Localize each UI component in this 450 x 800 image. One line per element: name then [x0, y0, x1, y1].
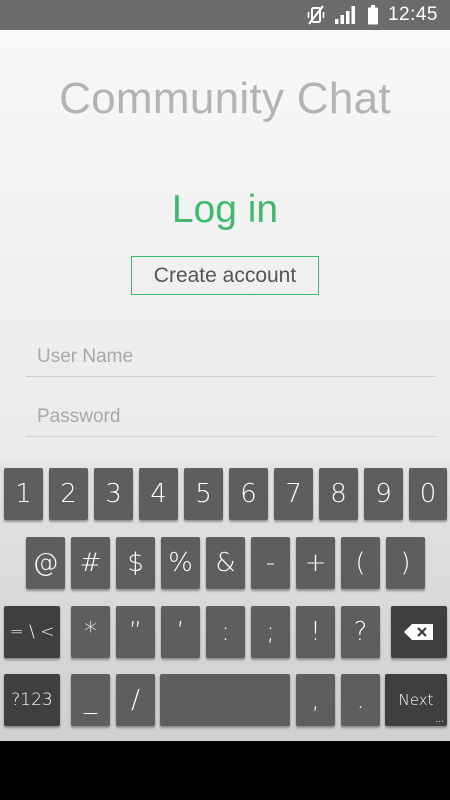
key-1[interactable]: 1 [4, 468, 43, 520]
app-title: Community Chat [59, 74, 391, 123]
key-label: & [215, 548, 236, 578]
key-colon[interactable]: : [206, 606, 245, 658]
create-account-button[interactable]: Create account [131, 256, 319, 295]
key-label: : [221, 617, 230, 647]
key-period[interactable]: . [341, 674, 380, 726]
key-label: ( [355, 548, 366, 578]
key-label: 0 [419, 479, 437, 509]
key-slash[interactable]: / [116, 674, 155, 726]
key-9[interactable]: 9 [364, 468, 403, 520]
key-label: / [131, 685, 140, 715]
key-minus[interactable]: - [251, 537, 290, 589]
key-label: 4 [150, 479, 167, 509]
key-label: = \ < [9, 622, 55, 642]
key-label: + [304, 548, 327, 578]
key-asterisk[interactable]: * [71, 606, 110, 658]
key-label: 1 [15, 479, 32, 509]
next-key[interactable]: Next ... [385, 674, 447, 726]
next-hint: ... [435, 715, 444, 725]
key-label: $ [127, 548, 144, 578]
key-label: , [311, 685, 320, 715]
key-label: 3 [105, 479, 122, 509]
symbols-toggle-key[interactable]: = \ < [4, 606, 60, 658]
key-underscore[interactable]: _ [71, 674, 110, 726]
key-comma[interactable]: , [296, 674, 335, 726]
key-label: 8 [330, 479, 347, 509]
space-key[interactable] [160, 674, 290, 726]
vibrate-mute-icon [307, 5, 325, 25]
key-label: 7 [285, 479, 302, 509]
key-at[interactable]: @ [26, 537, 65, 589]
key-label: . [356, 685, 365, 715]
key-7[interactable]: 7 [274, 468, 313, 520]
status-bar: 12:45 [0, 0, 450, 30]
key-label: ” [128, 617, 143, 647]
key-dollar[interactable]: $ [116, 537, 155, 589]
key-plus[interactable]: + [296, 537, 335, 589]
key-percent[interactable]: % [161, 537, 200, 589]
key-5[interactable]: 5 [184, 468, 223, 520]
username-input[interactable] [37, 346, 436, 368]
numeric-mode-toggle-key[interactable]: ?123 [4, 674, 60, 726]
key-ampersand[interactable]: & [206, 537, 245, 589]
key-label: 9 [375, 479, 392, 509]
status-time: 12:45 [387, 4, 438, 25]
signal-icon [334, 6, 355, 24]
key-label: * [84, 617, 97, 647]
login-screen: Community Chat Log in Create account [0, 30, 450, 461]
key-8[interactable]: 8 [319, 468, 358, 520]
backspace-icon [404, 624, 433, 640]
key-exclamation[interactable]: ! [296, 606, 335, 658]
key-question[interactable]: ? [341, 606, 380, 658]
key-label: % [168, 548, 193, 578]
key-label: ! [310, 617, 321, 647]
key-single-quote[interactable]: ’ [161, 606, 200, 658]
login-heading: Log in [171, 188, 279, 231]
soft-keyboard: 1 2 3 4 5 6 7 8 9 0 @ # $ % & - + ( ) = … [0, 461, 450, 741]
key-4[interactable]: 4 [139, 468, 178, 520]
key-close-paren[interactable]: ) [386, 537, 425, 589]
key-label: _ [84, 685, 97, 715]
key-label: 2 [60, 479, 77, 509]
system-nav-bar [0, 741, 450, 800]
key-label: 5 [195, 479, 212, 509]
username-field-container [26, 341, 436, 377]
key-label: # [79, 548, 102, 578]
backspace-key[interactable] [391, 606, 447, 658]
key-label: ) [400, 548, 411, 578]
key-double-quote[interactable]: ” [116, 606, 155, 658]
key-label: ? [353, 617, 368, 647]
key-label: 6 [240, 479, 257, 509]
key-hash[interactable]: # [71, 537, 110, 589]
key-3[interactable]: 3 [94, 468, 133, 520]
key-label: - [265, 548, 276, 578]
battery-icon [367, 5, 378, 25]
key-2[interactable]: 2 [49, 468, 88, 520]
key-label: @ [32, 548, 59, 578]
key-open-paren[interactable]: ( [341, 537, 380, 589]
key-semicolon[interactable]: ; [251, 606, 290, 658]
key-label: ?123 [11, 690, 53, 710]
password-input[interactable] [37, 406, 436, 428]
password-field-container [26, 401, 436, 437]
key-label: ; [266, 617, 275, 647]
key-0[interactable]: 0 [409, 468, 447, 520]
key-label: ’ [176, 617, 185, 647]
key-6[interactable]: 6 [229, 468, 268, 520]
key-label: Next [398, 691, 434, 709]
